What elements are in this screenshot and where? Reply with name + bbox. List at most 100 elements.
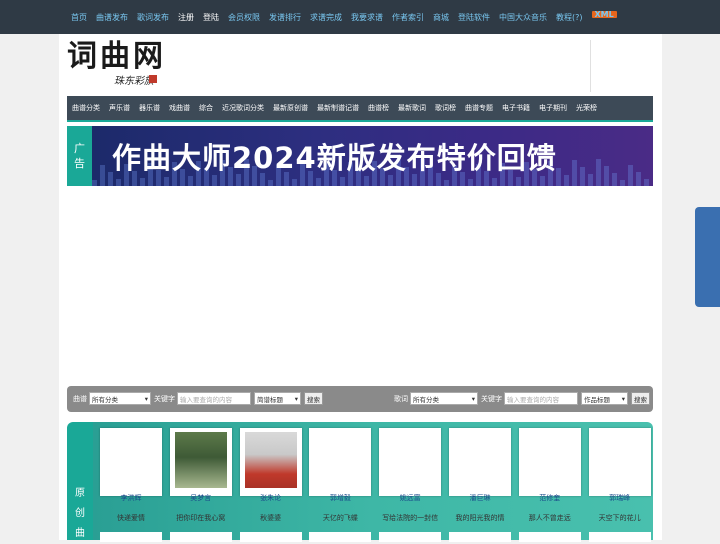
xml-rss-icon[interactable]: XML [591,10,617,18]
equalizer-bar [292,179,297,186]
lyrics-search-button[interactable]: 搜索 [631,392,650,405]
top-nav-item[interactable]: 中国大众音乐 [499,12,547,23]
composer-card[interactable] [449,428,511,496]
composer-song-title[interactable]: 把你印在我心窝 [161,513,241,523]
score-search-button[interactable]: 搜索 [304,392,323,405]
score-search-label: 曲谱 [73,394,87,403]
composer-card[interactable] [239,428,302,496]
chevron-down-icon: ▾ [144,394,148,403]
composer-card[interactable] [588,532,651,542]
composer-card[interactable] [309,428,372,496]
lyrics-field-select[interactable]: 作品标题 ▾ [581,392,628,405]
composer-card[interactable] [100,532,162,542]
composer-song-title[interactable]: 秋婆婆 [231,513,311,523]
composer-photo [174,432,227,488]
equalizer-bar [164,177,169,186]
composer-card[interactable] [379,428,442,496]
top-nav-item[interactable]: 登陆 [203,12,219,23]
composer-name[interactable]: 李洪辉 [100,493,162,503]
composer-name[interactable]: 潘巨琳 [449,493,511,503]
category-nav-item[interactable]: 光荣榜 [576,103,597,113]
category-nav-item[interactable]: 曲谱榜 [368,103,389,113]
composer-card[interactable] [309,532,372,542]
top-nav-item[interactable]: 教程(?) [556,12,583,23]
equalizer-bar [628,165,633,186]
equalizer-bar [588,174,593,186]
lyrics-category-select[interactable]: 所有分类 ▾ [410,392,478,405]
category-nav-item[interactable]: 戏曲谱 [169,103,190,113]
logo-signature: 珠东彩旗 [114,76,154,87]
composer-card[interactable] [169,532,232,542]
composer-card[interactable] [379,532,442,542]
category-nav-item[interactable]: 最新歌词 [398,103,426,113]
lyrics-search-input[interactable]: 输入要查询的内容 [504,392,578,405]
site-logo[interactable]: 词曲网 珠东彩旗 [67,40,167,90]
composer-name[interactable]: 郭瑞峰 [589,493,651,503]
composer-name[interactable]: 郭增毅 [309,493,371,503]
composer-card[interactable] [518,428,581,496]
top-nav-item[interactable]: 登陆软件 [458,12,490,23]
composer-song-title[interactable]: 我的阳光我的情 [440,513,520,523]
score-category-select[interactable]: 所有分类 ▾ [89,392,151,405]
lyrics-search-label: 歌词 [394,394,408,403]
top-nav-item[interactable]: 曲谱发布 [96,12,128,23]
category-nav: 曲谱分类 声乐谱 器乐谱 戏曲谱 综合 近况歌词分类 最新原创谱 最新制谱记谱 曲谱榜 最新歌词歌… [67,96,653,122]
equalizer-bar [268,180,273,186]
category-nav-item[interactable]: 电子书籍 [502,103,530,113]
category-nav-item[interactable]: 曲谱分类 [72,103,100,113]
ad-banner[interactable]: 作曲大师2024新版发布特价回馈 [92,126,653,186]
score-search-input[interactable]: 输入要查询的内容 [177,392,251,405]
top-nav-item[interactable]: 作者索引 [392,12,424,23]
composer-name[interactable]: 张朱论 [240,493,302,503]
category-nav-item[interactable]: 器乐谱 [139,103,160,113]
category-nav-item[interactable]: 声乐谱 [109,103,130,113]
category-nav-item[interactable]: 最新原创谱 [273,103,308,113]
composer-song-title[interactable]: 快递爱情 [91,513,171,523]
category-nav-item[interactable]: 歌词榜 [435,103,456,113]
equalizer-bar [540,176,545,186]
lyrics-keyword-label: 关键字 [481,394,502,403]
composer-song-title[interactable]: 天亿的飞蝶 [300,513,380,523]
top-nav-item[interactable]: 首页 [71,12,87,23]
side-float-button[interactable] [695,207,720,307]
top-nav-item[interactable]: 求谱完成 [310,12,342,23]
top-nav-item[interactable]: 注册 [178,12,194,23]
category-nav-item[interactable]: 电子期刊 [539,103,567,113]
composer-card[interactable] [449,532,511,542]
composer-name[interactable]: 范修奎 [519,493,581,503]
composer-song-title[interactable]: 天空下的花儿 [580,513,660,523]
ad-label-char: 告 [74,157,85,170]
composer-card[interactable] [518,532,581,542]
top-nav-item[interactable]: 歌词发布 [137,12,169,23]
category-nav-item[interactable]: 综合 [199,103,213,113]
equalizer-bar [140,178,145,186]
composer-name[interactable]: 姚远富 [379,493,441,503]
composer-name[interactable]: 吴梦言 [170,493,232,503]
top-nav-item[interactable]: 我要求谱 [351,12,383,23]
top-nav-item[interactable]: 商城 [433,12,449,23]
top-nav: 首页 曲谱发布 歌词发布 注册 登陆 会员权限 发谱排行 求谱完成 我要求谱 作者索引 商城 登陆软件… [71,0,626,34]
category-nav-item[interactable]: 曲谱专题 [465,103,493,113]
top-nav-item[interactable]: 会员权限 [228,12,260,23]
score-field-select[interactable]: 简谱标题 ▾ [254,392,301,405]
composer-card[interactable] [588,428,651,496]
equalizer-bar [604,166,609,186]
equalizer-bar [188,176,193,186]
score-search-placeholder: 输入要查询的内容 [180,395,232,404]
composer-song-title[interactable]: 那人不曾走远 [510,513,590,523]
composer-card[interactable] [100,428,162,496]
composer-song-title[interactable]: 写给法院的一封信 [370,513,450,523]
banner-title: 作曲大师2024新版发布特价回馈 [112,141,557,175]
equalizer-bar [580,167,585,186]
score-keyword-label: 关键字 [154,394,175,403]
category-nav-item[interactable]: 近况歌词分类 [222,103,264,113]
composer-card[interactable] [239,532,302,542]
equalizer-bar [564,175,569,186]
equalizer-bar [340,177,345,186]
equalizer-bar [100,165,105,186]
top-nav-item[interactable]: 发谱排行 [269,12,301,23]
equalizer-bar [116,179,121,186]
category-nav-item[interactable]: 最新制谱记谱 [317,103,359,113]
composer-card[interactable] [169,428,232,496]
lyrics-category-value: 所有分类 [413,395,439,404]
